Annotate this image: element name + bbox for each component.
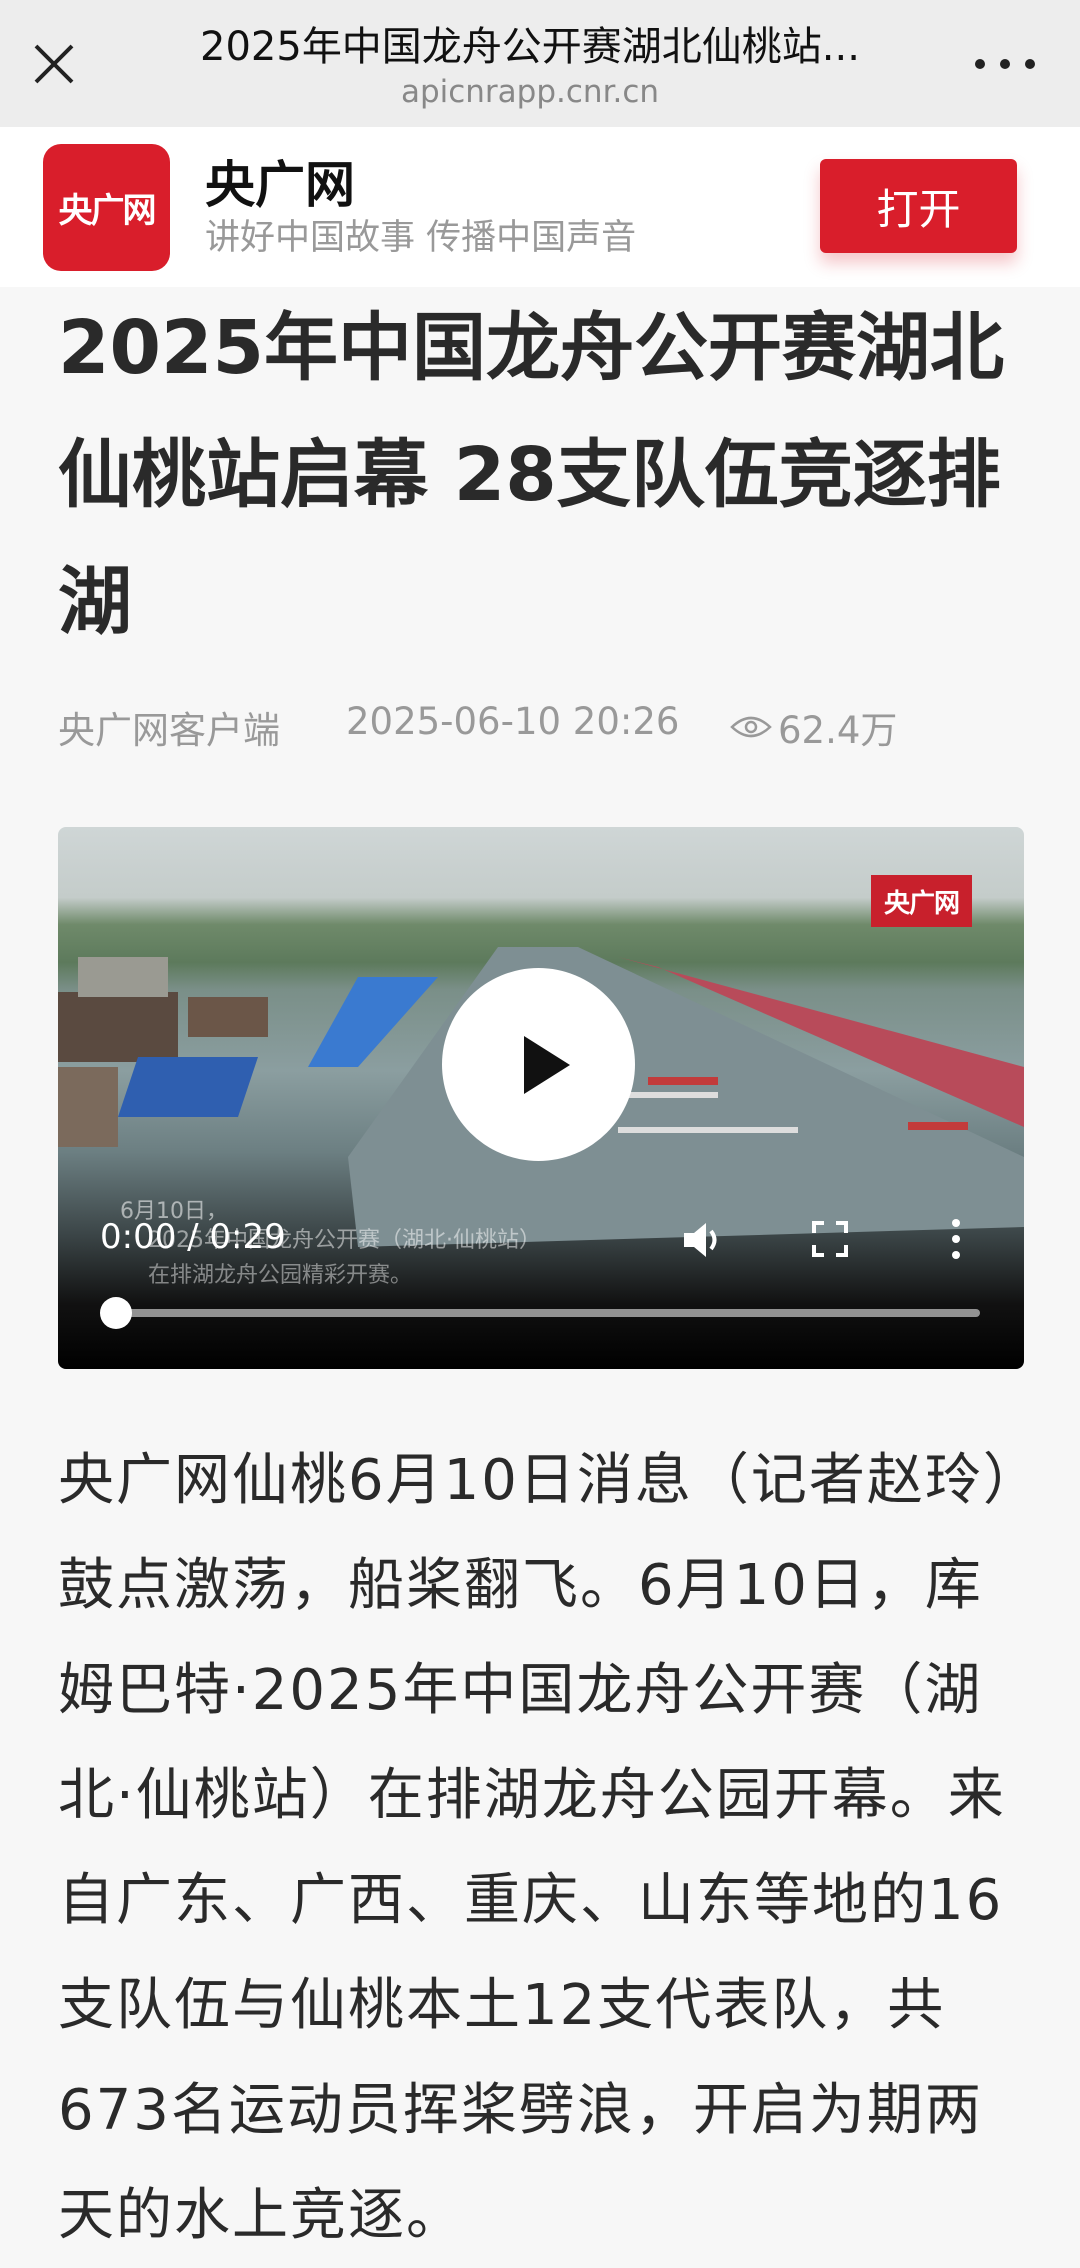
view-count: 62.4万 <box>730 700 897 754</box>
eye-icon <box>730 716 772 738</box>
app-logo-text: 央广网 <box>58 191 157 231</box>
video-timecode: 0:00 / 0:29 <box>100 1217 286 1257</box>
fullscreen-icon[interactable] <box>810 1219 850 1259</box>
app-name: 央广网 <box>205 156 355 214</box>
more-icon[interactable] <box>975 40 1035 88</box>
open-app-button[interactable]: 打开 <box>820 159 1017 253</box>
video-progress-knob[interactable] <box>100 1297 132 1329</box>
article-datetime: 2025-06-10 20:26 <box>346 700 680 743</box>
app-banner: 央广网 央广网 讲好中国故事 传播中国声音 打开 <box>0 127 1080 287</box>
video-caption-line2: 在排湖龙舟公园精彩开赛。 <box>148 1263 413 1288</box>
video-player[interactable]: 央广网 6月10日， 2025年中国龙舟公开赛（湖北·仙桃站） 在排湖龙舟公园精… <box>58 827 1024 1369</box>
article-body: 央广网仙桃6月10日消息（记者赵玲）鼓点激荡，船桨翻飞。6月10日，库姆巴特·2… <box>58 1448 1013 2248</box>
article-meta: 央广网客户端 2025-06-10 20:26 62.4万 <box>58 700 1028 752</box>
close-icon[interactable] <box>30 40 78 88</box>
page-url: apicnrapp.cnr.cn <box>400 74 660 110</box>
volume-icon[interactable] <box>678 1215 728 1265</box>
app-slogan: 讲好中国故事 传播中国声音 <box>205 218 637 258</box>
video-watermark: 央广网 <box>871 875 972 927</box>
page-title: 2025年中国龙舟公开赛湖北仙桃站... <box>200 24 860 70</box>
play-button[interactable] <box>442 968 635 1161</box>
view-count-value: 62.4万 <box>778 709 898 752</box>
browser-top-bar: 2025年中国龙舟公开赛湖北仙桃站... apicnrapp.cnr.cn <box>0 0 1080 127</box>
article-headline: 2025年中国龙舟公开赛湖北仙桃站启幕 28支队伍竞逐排湖 <box>58 305 1004 645</box>
app-logo: 央广网 <box>43 144 170 271</box>
video-more-icon[interactable] <box>950 1219 962 1259</box>
article-source: 央广网客户端 <box>58 709 280 752</box>
video-progress-track[interactable] <box>116 1309 980 1317</box>
